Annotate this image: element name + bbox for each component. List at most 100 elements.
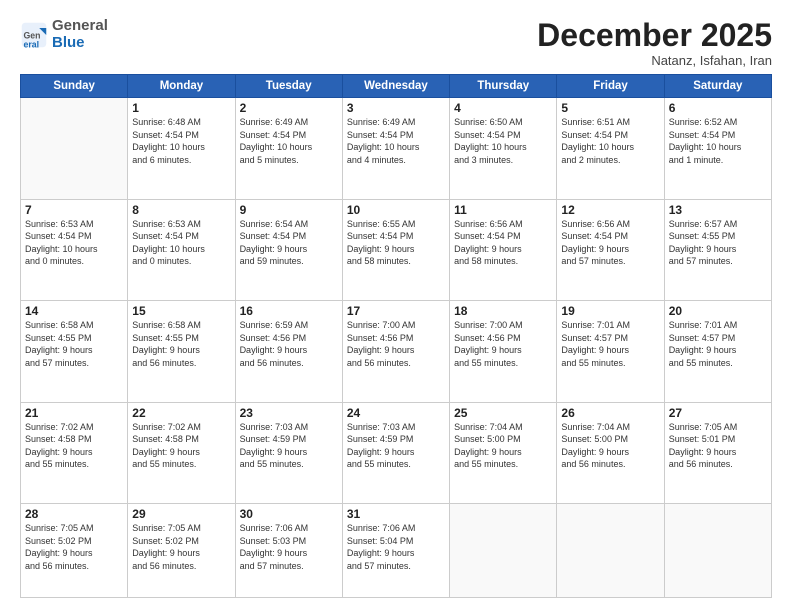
day-info: Sunrise: 6:48 AM Sunset: 4:54 PM Dayligh…	[132, 116, 230, 166]
day-number: 19	[561, 304, 659, 318]
day-cell: 12Sunrise: 6:56 AM Sunset: 4:54 PM Dayli…	[557, 199, 664, 300]
calendar-table: SundayMondayTuesdayWednesdayThursdayFrid…	[20, 74, 772, 598]
day-cell: 3Sunrise: 6:49 AM Sunset: 4:54 PM Daylig…	[342, 98, 449, 199]
day-number: 3	[347, 101, 445, 115]
day-info: Sunrise: 7:03 AM Sunset: 4:59 PM Dayligh…	[240, 421, 338, 471]
day-info: Sunrise: 7:05 AM Sunset: 5:02 PM Dayligh…	[25, 522, 123, 572]
header: Gen eral General Blue December 2025 Nata…	[20, 18, 772, 68]
logo-blue: Blue	[52, 34, 85, 51]
day-info: Sunrise: 6:54 AM Sunset: 4:54 PM Dayligh…	[240, 218, 338, 268]
day-cell: 29Sunrise: 7:05 AM Sunset: 5:02 PM Dayli…	[128, 504, 235, 598]
day-info: Sunrise: 7:01 AM Sunset: 4:57 PM Dayligh…	[669, 319, 767, 369]
logo-icon: Gen eral	[20, 21, 48, 49]
day-number: 1	[132, 101, 230, 115]
day-cell: 30Sunrise: 7:06 AM Sunset: 5:03 PM Dayli…	[235, 504, 342, 598]
day-info: Sunrise: 7:05 AM Sunset: 5:02 PM Dayligh…	[132, 522, 230, 572]
day-number: 4	[454, 101, 552, 115]
day-cell: 28Sunrise: 7:05 AM Sunset: 5:02 PM Dayli…	[21, 504, 128, 598]
day-cell	[450, 504, 557, 598]
day-cell: 25Sunrise: 7:04 AM Sunset: 5:00 PM Dayli…	[450, 402, 557, 503]
week-row-5: 28Sunrise: 7:05 AM Sunset: 5:02 PM Dayli…	[21, 504, 772, 598]
logo-general: General	[52, 17, 108, 34]
day-cell: 7Sunrise: 6:53 AM Sunset: 4:54 PM Daylig…	[21, 199, 128, 300]
day-info: Sunrise: 7:03 AM Sunset: 4:59 PM Dayligh…	[347, 421, 445, 471]
day-cell: 26Sunrise: 7:04 AM Sunset: 5:00 PM Dayli…	[557, 402, 664, 503]
day-cell: 13Sunrise: 6:57 AM Sunset: 4:55 PM Dayli…	[664, 199, 771, 300]
day-number: 20	[669, 304, 767, 318]
day-cell: 8Sunrise: 6:53 AM Sunset: 4:54 PM Daylig…	[128, 199, 235, 300]
day-number: 25	[454, 406, 552, 420]
day-info: Sunrise: 6:57 AM Sunset: 4:55 PM Dayligh…	[669, 218, 767, 268]
day-cell: 2Sunrise: 6:49 AM Sunset: 4:54 PM Daylig…	[235, 98, 342, 199]
day-number: 5	[561, 101, 659, 115]
day-info: Sunrise: 6:52 AM Sunset: 4:54 PM Dayligh…	[669, 116, 767, 166]
title-block: December 2025 Natanz, Isfahan, Iran	[537, 18, 772, 68]
day-number: 21	[25, 406, 123, 420]
day-info: Sunrise: 7:05 AM Sunset: 5:01 PM Dayligh…	[669, 421, 767, 471]
day-cell: 17Sunrise: 7:00 AM Sunset: 4:56 PM Dayli…	[342, 301, 449, 402]
weekday-header-row: SundayMondayTuesdayWednesdayThursdayFrid…	[21, 75, 772, 98]
day-cell: 21Sunrise: 7:02 AM Sunset: 4:58 PM Dayli…	[21, 402, 128, 503]
weekday-friday: Friday	[557, 75, 664, 98]
day-info: Sunrise: 6:49 AM Sunset: 4:54 PM Dayligh…	[347, 116, 445, 166]
day-number: 18	[454, 304, 552, 318]
day-number: 27	[669, 406, 767, 420]
day-number: 6	[669, 101, 767, 115]
day-info: Sunrise: 7:06 AM Sunset: 5:03 PM Dayligh…	[240, 522, 338, 572]
week-row-4: 21Sunrise: 7:02 AM Sunset: 4:58 PM Dayli…	[21, 402, 772, 503]
day-info: Sunrise: 6:50 AM Sunset: 4:54 PM Dayligh…	[454, 116, 552, 166]
day-cell: 9Sunrise: 6:54 AM Sunset: 4:54 PM Daylig…	[235, 199, 342, 300]
month-title: December 2025	[537, 18, 772, 53]
day-cell: 6Sunrise: 6:52 AM Sunset: 4:54 PM Daylig…	[664, 98, 771, 199]
day-cell: 1Sunrise: 6:48 AM Sunset: 4:54 PM Daylig…	[128, 98, 235, 199]
calendar-page: Gen eral General Blue December 2025 Nata…	[0, 0, 792, 612]
day-cell	[21, 98, 128, 199]
day-cell: 14Sunrise: 6:58 AM Sunset: 4:55 PM Dayli…	[21, 301, 128, 402]
day-info: Sunrise: 6:49 AM Sunset: 4:54 PM Dayligh…	[240, 116, 338, 166]
day-cell: 31Sunrise: 7:06 AM Sunset: 5:04 PM Dayli…	[342, 504, 449, 598]
day-number: 10	[347, 203, 445, 217]
day-number: 22	[132, 406, 230, 420]
day-number: 30	[240, 507, 338, 521]
weekday-saturday: Saturday	[664, 75, 771, 98]
day-info: Sunrise: 7:06 AM Sunset: 5:04 PM Dayligh…	[347, 522, 445, 572]
logo: Gen eral General Blue	[20, 18, 108, 51]
day-info: Sunrise: 6:58 AM Sunset: 4:55 PM Dayligh…	[25, 319, 123, 369]
day-number: 17	[347, 304, 445, 318]
day-number: 23	[240, 406, 338, 420]
day-cell	[557, 504, 664, 598]
day-number: 31	[347, 507, 445, 521]
day-info: Sunrise: 6:56 AM Sunset: 4:54 PM Dayligh…	[454, 218, 552, 268]
day-number: 7	[25, 203, 123, 217]
day-info: Sunrise: 6:59 AM Sunset: 4:56 PM Dayligh…	[240, 319, 338, 369]
day-number: 16	[240, 304, 338, 318]
day-info: Sunrise: 7:00 AM Sunset: 4:56 PM Dayligh…	[454, 319, 552, 369]
day-cell: 20Sunrise: 7:01 AM Sunset: 4:57 PM Dayli…	[664, 301, 771, 402]
day-number: 28	[25, 507, 123, 521]
day-info: Sunrise: 7:00 AM Sunset: 4:56 PM Dayligh…	[347, 319, 445, 369]
day-info: Sunrise: 6:58 AM Sunset: 4:55 PM Dayligh…	[132, 319, 230, 369]
day-number: 9	[240, 203, 338, 217]
day-number: 15	[132, 304, 230, 318]
day-cell: 10Sunrise: 6:55 AM Sunset: 4:54 PM Dayli…	[342, 199, 449, 300]
day-cell: 11Sunrise: 6:56 AM Sunset: 4:54 PM Dayli…	[450, 199, 557, 300]
day-info: Sunrise: 6:56 AM Sunset: 4:54 PM Dayligh…	[561, 218, 659, 268]
svg-text:eral: eral	[24, 39, 40, 49]
day-cell: 16Sunrise: 6:59 AM Sunset: 4:56 PM Dayli…	[235, 301, 342, 402]
location-subtitle: Natanz, Isfahan, Iran	[537, 53, 772, 68]
weekday-wednesday: Wednesday	[342, 75, 449, 98]
week-row-1: 1Sunrise: 6:48 AM Sunset: 4:54 PM Daylig…	[21, 98, 772, 199]
day-number: 14	[25, 304, 123, 318]
weekday-thursday: Thursday	[450, 75, 557, 98]
day-number: 24	[347, 406, 445, 420]
day-number: 12	[561, 203, 659, 217]
week-row-2: 7Sunrise: 6:53 AM Sunset: 4:54 PM Daylig…	[21, 199, 772, 300]
day-number: 8	[132, 203, 230, 217]
day-info: Sunrise: 7:04 AM Sunset: 5:00 PM Dayligh…	[454, 421, 552, 471]
day-cell: 24Sunrise: 7:03 AM Sunset: 4:59 PM Dayli…	[342, 402, 449, 503]
day-cell: 22Sunrise: 7:02 AM Sunset: 4:58 PM Dayli…	[128, 402, 235, 503]
day-cell: 4Sunrise: 6:50 AM Sunset: 4:54 PM Daylig…	[450, 98, 557, 199]
day-number: 2	[240, 101, 338, 115]
day-info: Sunrise: 6:53 AM Sunset: 4:54 PM Dayligh…	[25, 218, 123, 268]
day-info: Sunrise: 6:53 AM Sunset: 4:54 PM Dayligh…	[132, 218, 230, 268]
